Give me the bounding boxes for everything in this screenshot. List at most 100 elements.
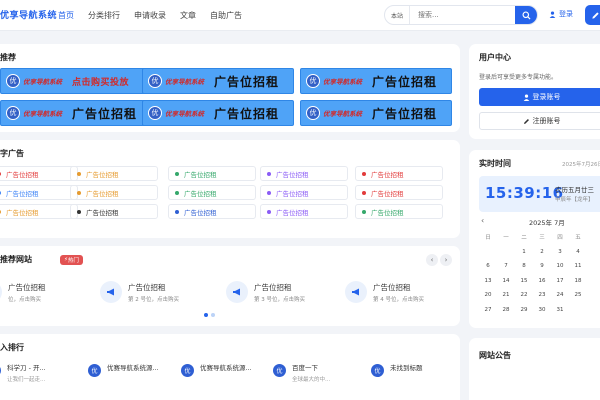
recommend-ad-item[interactable]: 优优享导航系统 点击购买投放: [0, 68, 152, 94]
dot-icon: [77, 171, 81, 176]
text-ad-label: 广告位招租: [276, 208, 309, 217]
calendar-day[interactable]: 3: [551, 249, 569, 255]
calendar-week-row: 1234: [479, 245, 600, 260]
text-ad-tag[interactable]: 广告位招租: [355, 185, 443, 200]
search-scope-select[interactable]: 本站: [385, 6, 411, 24]
site-logo[interactable]: 优享导航系统: [0, 8, 57, 21]
calendar-day[interactable]: 7: [497, 263, 515, 269]
calendar-weekday: 一: [503, 235, 509, 242]
recommend-site-item[interactable]: 广告位招租第 3 号位，点击购买: [226, 280, 336, 304]
ranking-item[interactable]: 优优赛导航系统源...: [88, 362, 159, 377]
dot-icon: [267, 190, 271, 195]
recommend-ad-item[interactable]: 优优享导航系统 广告位招租: [142, 68, 294, 94]
text-ad-tag[interactable]: 广告位招租: [355, 166, 443, 181]
ranking-item[interactable]: 优优赛导航系统源...: [181, 362, 252, 377]
login-link[interactable]: 登录: [549, 9, 573, 19]
text-ad-tag[interactable]: 广告位招租: [70, 185, 158, 200]
text-ad-tag[interactable]: 广告位招租: [168, 166, 256, 181]
calendar-day[interactable]: 2: [533, 249, 551, 255]
text-ad-tag[interactable]: 广告位招租: [168, 185, 256, 200]
calendar-day[interactable]: 25: [569, 292, 587, 298]
calendar-day[interactable]: 28: [497, 307, 515, 313]
text-ad-tag[interactable]: 广告位招租: [355, 204, 443, 219]
site-desc: 第 3 号位，点击购买: [254, 296, 305, 303]
top-header: 优享导航系统 首页 分类排行 申请收录 文章 自助广告 本站 登录: [0, 0, 600, 31]
dot-icon: [0, 190, 1, 195]
nav-category-rank[interactable]: 分类排行: [88, 10, 120, 21]
prev-arrow-button[interactable]: ‹: [426, 254, 438, 266]
recommend-site-item[interactable]: 广告位招租第 4 号位，点击购买: [345, 280, 455, 304]
text-ad-tag[interactable]: 广告位招租: [260, 204, 348, 219]
calendar-day[interactable]: 8: [515, 263, 533, 269]
megaphone-icon: [100, 281, 122, 303]
calendar-day[interactable]: 18: [569, 278, 587, 284]
calendar-day[interactable]: 13: [479, 278, 497, 284]
text-ad-label: 广告位招租: [184, 189, 217, 198]
register-account-button[interactable]: 注册账号: [479, 112, 600, 130]
text-ad-tag[interactable]: 广告位招租: [168, 204, 256, 219]
nav-apply-include[interactable]: 申请收录: [134, 10, 166, 21]
calendar-day[interactable]: 1: [515, 249, 533, 255]
search-input[interactable]: [410, 11, 515, 19]
ranking-item[interactable]: 优未找到标题: [371, 362, 423, 377]
calendar-day[interactable]: 15: [515, 278, 533, 284]
calendar-day[interactable]: 29: [515, 307, 533, 313]
text-ad-tag[interactable]: 广告位招租: [70, 204, 158, 219]
next-arrow-button[interactable]: ›: [440, 254, 452, 266]
text-ad-tag[interactable]: 广告位招租: [260, 185, 348, 200]
search-button[interactable]: [515, 6, 537, 24]
chevron-left-icon[interactable]: ‹: [481, 216, 484, 225]
calendar-day[interactable]: 6: [479, 263, 497, 269]
ranking-item-desc: 全球最大的中...: [292, 377, 331, 383]
recommend-ad-item[interactable]: 优优享导航系统 广告位招租: [0, 100, 152, 126]
calendar-day[interactable]: 23: [533, 292, 551, 298]
text-ad-tag[interactable]: 广告位招租: [0, 204, 78, 219]
calendar-day[interactable]: 27: [479, 307, 497, 313]
recommend-ad-item[interactable]: 优优享导航系统 广告位招租: [300, 68, 452, 94]
calendar-day[interactable]: 24: [551, 292, 569, 298]
calendar-weekday: 二: [521, 235, 527, 242]
calendar-weekday: 三: [539, 235, 545, 242]
calendar-day[interactable]: 22: [515, 292, 533, 298]
ranking-item[interactable]: 优百度一下 全球最大的中...: [273, 362, 330, 383]
nav-self-ads[interactable]: 自助广告: [210, 10, 242, 21]
site-name: 广告位招租: [128, 282, 166, 292]
nav-home[interactable]: 首页: [58, 10, 74, 21]
text-ad-tag[interactable]: 广告位招租: [260, 166, 348, 181]
calendar-day[interactable]: 31: [551, 307, 569, 313]
text-ad-tag[interactable]: 广告位招租: [70, 166, 158, 181]
carousel-dot[interactable]: [211, 313, 215, 317]
recommend-ad-item[interactable]: 优优享导航系统 广告位招租: [142, 100, 294, 126]
calendar-day[interactable]: 20: [479, 292, 497, 298]
calendar-day[interactable]: 21: [497, 292, 515, 298]
lunar-date: 农历五月廿三: [555, 186, 594, 194]
calendar-day[interactable]: 4: [569, 249, 587, 255]
dot-icon: [175, 171, 179, 176]
text-ad-label: 广告位招租: [276, 170, 309, 179]
calendar-weekday-row: 日一二三四五: [479, 230, 600, 245]
recommend-ad-item[interactable]: 优优享导航系统 广告位招租: [300, 100, 452, 126]
calendar-day[interactable]: 17: [551, 278, 569, 284]
recommend-site-item[interactable]: 广告位招租 位，点击购买: [0, 280, 90, 304]
text-ad-tag[interactable]: 广告位招租: [0, 166, 78, 181]
edit-button[interactable]: [585, 5, 600, 25]
nav-articles[interactable]: 文章: [180, 10, 196, 21]
clock-time: 15:39:16: [485, 184, 564, 202]
text-ad-label: 广告位招租: [371, 208, 404, 217]
calendar-day[interactable]: 11: [569, 263, 587, 269]
search-box: 本站: [384, 5, 538, 25]
carousel-dot[interactable]: [204, 313, 208, 317]
calendar-day[interactable]: 14: [497, 278, 515, 284]
realtime-title: 实时时间: [479, 159, 511, 168]
text-ad-tag[interactable]: 广告位招租: [0, 185, 78, 200]
calendar-day[interactable]: 16: [533, 278, 551, 284]
calendar-day[interactable]: 10: [551, 263, 569, 269]
site-badge-icon: 优: [306, 74, 320, 88]
recommend-site-item[interactable]: 广告位招租第 2 号位，点击购买: [100, 280, 210, 304]
text-ads-title: 字广告: [0, 149, 24, 158]
calendar-day[interactable]: 30: [533, 307, 551, 313]
login-account-button[interactable]: 登录账号: [479, 88, 600, 106]
ranking-item[interactable]: 优科学刀 - 开... 让我们一起走...: [0, 362, 46, 383]
dot-icon: [77, 209, 81, 214]
calendar-day[interactable]: 9: [533, 263, 551, 269]
